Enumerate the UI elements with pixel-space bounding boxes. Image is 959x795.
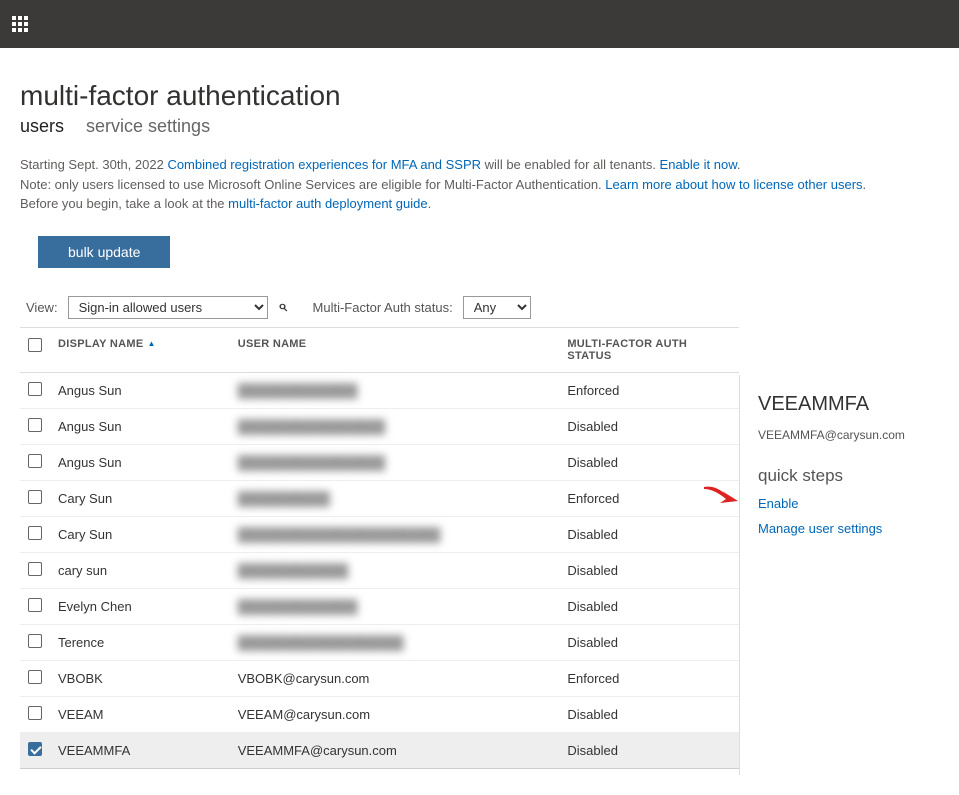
row-checkbox[interactable] xyxy=(28,742,42,756)
cell-user-name: ██████████████████ xyxy=(230,624,560,660)
cell-user-name: ██████████████████████ xyxy=(230,516,560,552)
notice-text: will be enabled for all tenants. xyxy=(481,157,660,172)
cell-display-name: Evelyn Chen xyxy=(50,588,230,624)
cell-mfa-status: Disabled xyxy=(559,624,739,660)
tab-service-settings[interactable]: service settings xyxy=(86,116,210,137)
cell-display-name: Terence xyxy=(50,624,230,660)
table-row[interactable]: VEEAMVEEAM@carysun.comDisabled xyxy=(20,696,739,732)
select-all-checkbox[interactable] xyxy=(28,338,42,352)
cell-user-name: VBOBK@carysun.com xyxy=(230,660,560,696)
cell-display-name: Angus Sun xyxy=(50,372,230,408)
tab-users[interactable]: users xyxy=(20,116,64,137)
table-row[interactable]: Evelyn Chen█████████████Disabled xyxy=(20,588,739,624)
cell-user-name: ████████████████ xyxy=(230,444,560,480)
col-display-name[interactable]: DISPLAY NAME xyxy=(50,327,230,372)
table-row[interactable]: VEEAMMFAVEEAMMFA@carysun.comDisabled xyxy=(20,732,739,768)
link-deployment-guide[interactable]: multi-factor auth deployment guide xyxy=(228,196,427,211)
table-row[interactable]: cary sun████████████Disabled xyxy=(20,552,739,588)
row-checkbox[interactable] xyxy=(28,454,42,468)
cell-display-name: VBOBK xyxy=(50,660,230,696)
cell-mfa-status: Disabled xyxy=(559,408,739,444)
cell-display-name: Angus Sun xyxy=(50,444,230,480)
selected-user-name: VEEAMMFA xyxy=(758,393,939,416)
cell-user-name: VEEAM@carysun.com xyxy=(230,696,560,732)
cell-display-name: cary sun xyxy=(50,552,230,588)
cell-user-name: ██████████ xyxy=(230,480,560,516)
notice-block: Starting Sept. 30th, 2022 Combined regis… xyxy=(20,155,939,214)
view-select[interactable]: Sign-in allowed users xyxy=(68,296,268,319)
table-row[interactable]: Angus Sun████████████████Disabled xyxy=(20,444,739,480)
cell-mfa-status: Disabled xyxy=(559,516,739,552)
cell-user-name: █████████████ xyxy=(230,372,560,408)
cell-display-name: VEEAM xyxy=(50,696,230,732)
users-table: DISPLAY NAME USER NAME MULTI-FACTOR AUTH… xyxy=(20,327,739,769)
cell-user-name: ████████████ xyxy=(230,552,560,588)
tabs: users service settings xyxy=(20,116,939,137)
link-enable-now[interactable]: Enable it now xyxy=(660,157,737,172)
notice-text: Note: only users licensed to use Microso… xyxy=(20,177,605,192)
cell-mfa-status: Enforced xyxy=(559,480,739,516)
notice-text: . xyxy=(737,157,741,172)
cell-display-name: Cary Sun xyxy=(50,516,230,552)
manage-user-settings-link[interactable]: Manage user settings xyxy=(758,521,939,536)
cell-user-name: VEEAMMFA@carysun.com xyxy=(230,732,560,768)
content-row: DISPLAY NAME USER NAME MULTI-FACTOR AUTH… xyxy=(20,327,939,775)
cell-display-name: Angus Sun xyxy=(50,408,230,444)
page-title: multi-factor authentication xyxy=(20,80,939,112)
link-license-users[interactable]: Learn more about how to license other us… xyxy=(605,177,862,192)
table-row[interactable]: Terence██████████████████Disabled xyxy=(20,624,739,660)
cell-mfa-status: Disabled xyxy=(559,588,739,624)
enable-link[interactable]: Enable xyxy=(758,496,939,511)
status-select[interactable]: Any xyxy=(463,296,531,319)
row-checkbox[interactable] xyxy=(28,562,42,576)
row-checkbox[interactable] xyxy=(28,526,42,540)
side-panel: VEEAMMFA VEEAMMFA@carysun.com quick step… xyxy=(739,375,939,775)
page-content: multi-factor authentication users servic… xyxy=(0,48,959,795)
cell-user-name: █████████████ xyxy=(230,588,560,624)
cell-mfa-status: Disabled xyxy=(559,552,739,588)
row-checkbox[interactable] xyxy=(28,634,42,648)
cell-display-name: VEEAMMFA xyxy=(50,732,230,768)
quick-steps-header: quick steps xyxy=(758,466,939,486)
cell-mfa-status: Disabled xyxy=(559,696,739,732)
notice-text: . xyxy=(863,177,867,192)
table-row[interactable]: Cary Sun██████████████████████Disabled xyxy=(20,516,739,552)
row-checkbox[interactable] xyxy=(28,706,42,720)
cell-mfa-status: Enforced xyxy=(559,372,739,408)
col-user-name[interactable]: USER NAME xyxy=(230,327,560,372)
filter-bar: View: Sign-in allowed users ⌕ Multi-Fact… xyxy=(26,296,939,319)
cell-mfa-status: Disabled xyxy=(559,732,739,768)
app-launcher-icon[interactable] xyxy=(12,16,28,32)
table-row[interactable]: Cary Sun██████████Enforced xyxy=(20,480,739,516)
view-label: View: xyxy=(26,300,58,315)
top-bar xyxy=(0,0,959,48)
search-icon[interactable]: ⌕ xyxy=(278,298,287,316)
cell-mfa-status: Disabled xyxy=(559,444,739,480)
notice-text: Starting Sept. 30th, 2022 xyxy=(20,157,167,172)
row-checkbox[interactable] xyxy=(28,490,42,504)
row-checkbox[interactable] xyxy=(28,598,42,612)
row-checkbox[interactable] xyxy=(28,418,42,432)
table-row[interactable]: Angus Sun█████████████Enforced xyxy=(20,372,739,408)
col-mfa-status[interactable]: MULTI-FACTOR AUTH STATUS xyxy=(559,327,739,372)
users-table-wrap: DISPLAY NAME USER NAME MULTI-FACTOR AUTH… xyxy=(20,327,739,769)
notice-text: Before you begin, take a look at the xyxy=(20,196,228,211)
table-row[interactable]: VBOBKVBOBK@carysun.comEnforced xyxy=(20,660,739,696)
bulk-update-button[interactable]: bulk update xyxy=(38,236,170,268)
notice-text: . xyxy=(428,196,432,211)
cell-mfa-status: Enforced xyxy=(559,660,739,696)
cell-user-name: ████████████████ xyxy=(230,408,560,444)
table-row[interactable]: Angus Sun████████████████Disabled xyxy=(20,408,739,444)
row-checkbox[interactable] xyxy=(28,382,42,396)
selected-user-email: VEEAMMFA@carysun.com xyxy=(758,428,939,442)
cell-display-name: Cary Sun xyxy=(50,480,230,516)
status-label: Multi-Factor Auth status: xyxy=(313,300,453,315)
link-combined-registration[interactable]: Combined registration experiences for MF… xyxy=(167,157,481,172)
row-checkbox[interactable] xyxy=(28,670,42,684)
